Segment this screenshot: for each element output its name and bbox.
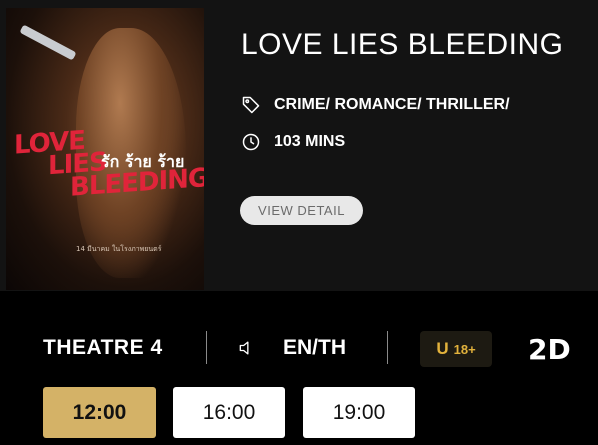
genre-text: CRIME/ ROMANCE/ THRILLER/ xyxy=(274,96,510,113)
speaker-icon xyxy=(239,341,249,355)
movie-poster[interactable]: LOVE LIES BLEEDING รัก ร้าย ร้าย 14 มีนา… xyxy=(6,8,204,290)
movie-title: LOVE LIES BLEEDING xyxy=(241,28,564,61)
showtime-button[interactable]: 12:00 xyxy=(43,387,156,438)
showtime-button[interactable]: 16:00 xyxy=(173,387,285,438)
movie-card: LOVE LIES BLEEDING รัก ร้าย ร้าย 14 มีนา… xyxy=(0,0,598,291)
tag-icon xyxy=(242,96,260,114)
format-label: 2D xyxy=(528,333,571,366)
divider xyxy=(387,331,388,364)
showtime-button[interactable]: 19:00 xyxy=(303,387,415,438)
divider xyxy=(206,331,207,364)
duration-text: 103 MINS xyxy=(274,133,346,150)
rating-age: 18+ xyxy=(453,341,476,357)
clock-icon xyxy=(242,133,260,151)
view-detail-button[interactable]: VIEW DETAIL xyxy=(240,196,363,225)
session-info-row: THEATRE 4 EN/TH U 18+ 2D xyxy=(0,325,598,369)
poster-release-note: 14 มีนาคม ในโรงภาพยนตร์ xyxy=(76,245,162,253)
showtimes-row: 12:00 16:00 19:00 xyxy=(0,387,598,439)
rating-letter: U xyxy=(436,339,449,358)
poster-bar xyxy=(19,24,77,61)
language-label: EN/TH xyxy=(283,336,346,359)
theatre-label: THEATRE 4 xyxy=(43,336,163,359)
rating-badge: U 18+ xyxy=(420,331,492,367)
duration-row: 103 MINS xyxy=(241,132,345,152)
poster-thai-title: รัก ร้าย ร้าย xyxy=(101,152,185,171)
genre-row: CRIME/ ROMANCE/ THRILLER/ xyxy=(241,95,510,115)
